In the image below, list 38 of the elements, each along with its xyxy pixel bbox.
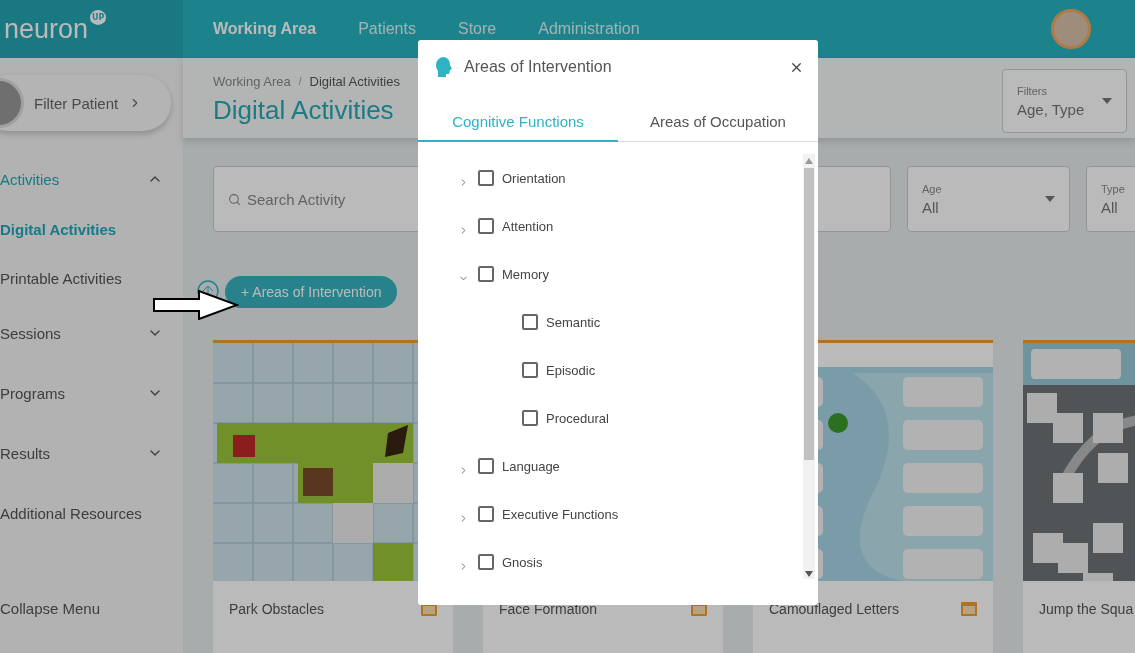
tree-item-label: Episodic: [546, 362, 596, 378]
sidebar-subitem[interactable]: Printable Activities: [0, 269, 122, 287]
breadcrumb-link[interactable]: Digital Activities: [309, 74, 400, 89]
tree-item-label: Procedural: [546, 410, 609, 426]
tab[interactable]: Cognitive Functions: [418, 102, 618, 142]
tree-item-label: Memory: [502, 266, 549, 282]
nav-link[interactable]: Store: [457, 20, 497, 38]
tree-item-label: Semantic: [546, 314, 601, 330]
activity-title: Park Obstacles: [229, 601, 324, 617]
activity-title: Camouflaged Letters: [769, 601, 899, 617]
sidebar-item[interactable]: Sessions: [0, 324, 61, 342]
nav-link[interactable]: Patients: [358, 20, 416, 38]
activity-title: Jump the Squa: [1039, 601, 1134, 617]
filters-select[interactable]: Filters Age, Type: [1002, 69, 1127, 133]
nav-link[interactable]: Administration: [538, 20, 640, 38]
breadcrumb-separator: /: [298, 76, 302, 87]
sidebar-item[interactable]: Results: [0, 444, 51, 462]
filter-patient-button[interactable]: Filter Patient: [0, 75, 171, 131]
select-field[interactable]: Age All: [907, 166, 1070, 232]
nav-link[interactable]: Working Area: [213, 20, 317, 38]
page-title: Digital Activities: [213, 95, 395, 126]
areas-of-intervention-button[interactable]: + Areas of Intervention: [225, 276, 398, 308]
sidebar-item[interactable]: Additional Resources: [0, 504, 142, 522]
select-field[interactable]: Type All: [1086, 166, 1135, 232]
dialog-title: Areas of Intervention: [464, 58, 613, 76]
sidebar-subitem[interactable]: Digital Activities: [0, 220, 117, 238]
logo-text: neuron: [4, 13, 89, 45]
tab[interactable]: Areas of Occupation: [618, 102, 818, 142]
tree-item-label: Executive Functions: [502, 506, 619, 522]
collapse-menu-link[interactable]: Collapse Menu: [0, 600, 183, 617]
activity-card[interactable]: Jump the Squa: [1023, 340, 1135, 653]
tree-item-label: Language: [502, 458, 560, 474]
breadcrumb-link[interactable]: Working Area: [213, 74, 291, 89]
tree-item-label: Gnosis: [502, 554, 543, 570]
sidebar-item[interactable]: Activities: [0, 170, 60, 188]
logo-badge: UP: [90, 9, 107, 25]
sidebar-item[interactable]: Programs: [0, 384, 66, 402]
tree-item-label: Attention: [502, 218, 554, 234]
